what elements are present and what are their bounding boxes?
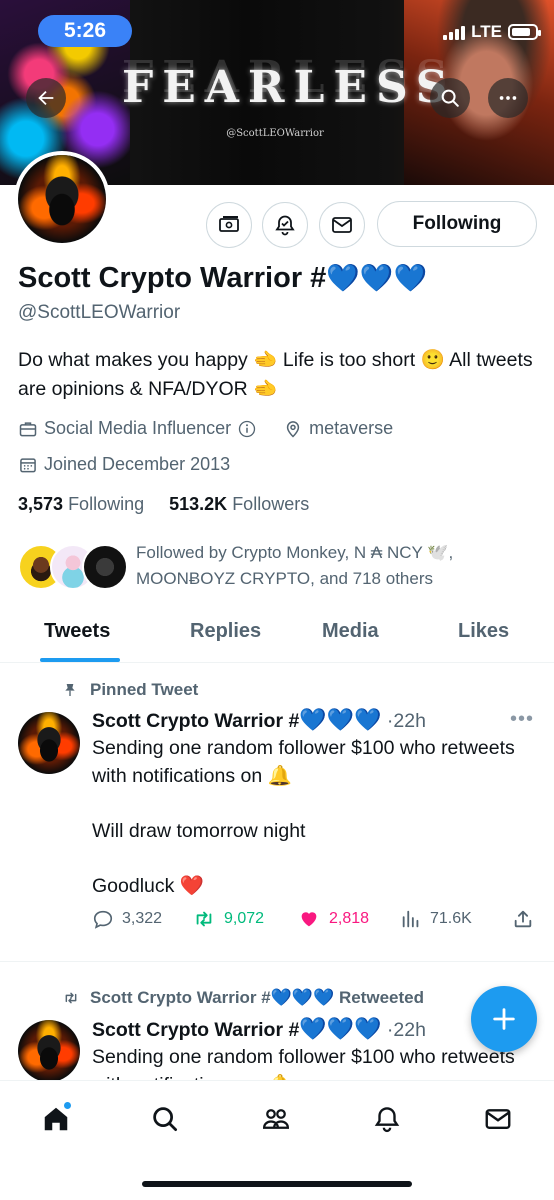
- pinned-label: Pinned Tweet: [62, 680, 198, 700]
- profile-location: metaverse: [309, 418, 394, 438]
- compose-tweet-button[interactable]: [471, 986, 537, 1052]
- network-type: LTE: [471, 22, 502, 41]
- banner-handle: @ScottLEOWarrior: [226, 128, 324, 139]
- status-time: 5:26: [38, 15, 132, 47]
- reply-action[interactable]: 3,322: [92, 908, 162, 930]
- retweet-count: 9,072: [224, 910, 265, 927]
- pinned-label-text: Pinned Tweet: [90, 680, 199, 699]
- profile-meta-row-1: Social Media Influencer metaverse: [18, 418, 393, 439]
- followed-by-text[interactable]: Followed by Crypto Monkey, N ₳ NCY 🕊️, M…: [136, 540, 536, 592]
- search-icon: [441, 89, 459, 107]
- message-button[interactable]: [319, 202, 365, 248]
- status-indicators: LTE: [443, 22, 541, 42]
- following-count: 3,573: [18, 494, 64, 514]
- tweet-time-2[interactable]: ·22h: [387, 1019, 426, 1041]
- search-button[interactable]: [430, 78, 470, 118]
- following-label: Following: [68, 494, 145, 514]
- arrow-left-icon: [38, 90, 54, 106]
- retweeted-label-text[interactable]: Scott Crypto Warrior #💙💙💙 Retweeted: [90, 988, 424, 1008]
- profile-stats: 3,573 Following 513.2K Followers: [18, 494, 309, 515]
- tweet-author-2[interactable]: Scott Crypto Warrior #: [92, 1019, 299, 1041]
- nav-notifications[interactable]: [367, 1103, 407, 1135]
- signal-icon: [443, 24, 466, 40]
- retweeted-label: Scott Crypto Warrior #💙💙💙 Retweeted: [62, 988, 424, 1008]
- reply-icon: [93, 910, 113, 929]
- profile-joined: Joined December 2013: [44, 454, 231, 474]
- nav-messages[interactable]: [478, 1103, 518, 1135]
- follower-avatar-moonboyz[interactable]: [82, 544, 128, 590]
- profile-tabs: Tweets Replies Media Likes: [0, 606, 554, 663]
- subscribe-button[interactable]: [206, 202, 252, 248]
- following-link[interactable]: 3,573 Following: [18, 494, 144, 514]
- back-button[interactable]: [26, 78, 66, 118]
- followers-label: Followers: [232, 494, 310, 514]
- nav-communities[interactable]: [256, 1103, 296, 1135]
- calendar-icon: [20, 457, 36, 472]
- profile-name-hearts: 💙💙💙: [326, 263, 428, 293]
- tweet-author-hearts-2: 💙💙💙: [299, 1016, 382, 1041]
- banner-title: FEARLESS: [122, 62, 457, 113]
- tab-replies[interactable]: Replies: [190, 620, 261, 643]
- tweet-more-button[interactable]: •••: [510, 708, 534, 731]
- tweet-avatar[interactable]: [18, 712, 80, 774]
- home-notification-dot: [63, 1101, 72, 1110]
- views-count: 71.6K: [430, 910, 472, 927]
- info-icon[interactable]: [237, 419, 257, 439]
- retweet-action[interactable]: 9,072: [192, 908, 264, 930]
- nav-search[interactable]: [145, 1103, 185, 1135]
- share-action[interactable]: [512, 908, 534, 930]
- tab-tweets[interactable]: Tweets: [44, 620, 110, 643]
- heart-filled-icon: [301, 912, 317, 927]
- profile-name: Scott Crypto Warrior #💙💙💙: [18, 262, 427, 295]
- followers-link[interactable]: 513.2K Followers: [169, 494, 309, 514]
- tweet-avatar-2[interactable]: [18, 1020, 80, 1082]
- battery-icon: [508, 24, 541, 40]
- tweet-author[interactable]: Scott Crypto Warrior #: [92, 710, 299, 732]
- share-icon: [514, 910, 532, 928]
- tab-likes[interactable]: Likes: [458, 620, 509, 643]
- profile-bio: Do what makes you happy 🫲 Life is too sh…: [18, 349, 533, 400]
- pin-icon: [65, 684, 75, 696]
- tweet-time[interactable]: ·22h: [387, 710, 426, 732]
- views-chart-icon: [402, 910, 419, 928]
- tweet-header-2: Scott Crypto Warrior #💙💙💙 ·22h: [92, 1016, 426, 1042]
- tweet-author-hearts: 💙💙💙: [299, 707, 382, 732]
- notifications-toggle-button[interactable]: [262, 202, 308, 248]
- bell-check-icon: [275, 215, 295, 236]
- active-tab-indicator: [40, 658, 120, 662]
- tweet-header: Scott Crypto Warrior #💙💙💙 ·22h: [92, 707, 426, 733]
- mail-icon: [332, 217, 352, 233]
- tab-media[interactable]: Media: [322, 620, 379, 643]
- briefcase-icon: [19, 421, 37, 436]
- retweet-small-icon: [65, 992, 77, 1004]
- profile-avatar[interactable]: [14, 151, 110, 247]
- more-options-button[interactable]: [488, 78, 528, 118]
- location-pin-icon: [286, 420, 300, 438]
- tweet-actions: 3,322 9,072 2,818 71.6K: [92, 908, 542, 936]
- retweet-icon: [196, 911, 212, 927]
- profile-name-text: Scott Crypto Warrior #: [18, 262, 327, 294]
- tweet-divider: [0, 961, 554, 962]
- like-count: 2,818: [329, 910, 370, 927]
- followers-count: 513.2K: [169, 494, 228, 514]
- search-icon: [153, 1107, 177, 1131]
- home-indicator-bar: [142, 1181, 412, 1187]
- like-action[interactable]: 2,818: [297, 908, 369, 930]
- communities-icon: [262, 1109, 290, 1129]
- more-horizontal-icon: [499, 96, 517, 100]
- plus-icon: [493, 1008, 515, 1030]
- tweet-text[interactable]: Sending one random follower $100 who ret…: [92, 735, 532, 900]
- profile-handle: @ScottLEOWarrior: [18, 302, 181, 323]
- bell-icon: [374, 1107, 400, 1132]
- profile-meta-row-2: Joined December 2013: [18, 454, 230, 475]
- profile-category: Social Media Influencer: [44, 418, 232, 438]
- mail-icon: [485, 1109, 511, 1129]
- views-action[interactable]: 71.6K: [400, 908, 472, 930]
- reply-count: 3,322: [122, 910, 163, 927]
- nav-home[interactable]: [36, 1101, 76, 1135]
- following-button[interactable]: Following: [377, 201, 537, 247]
- money-icon: [219, 216, 239, 232]
